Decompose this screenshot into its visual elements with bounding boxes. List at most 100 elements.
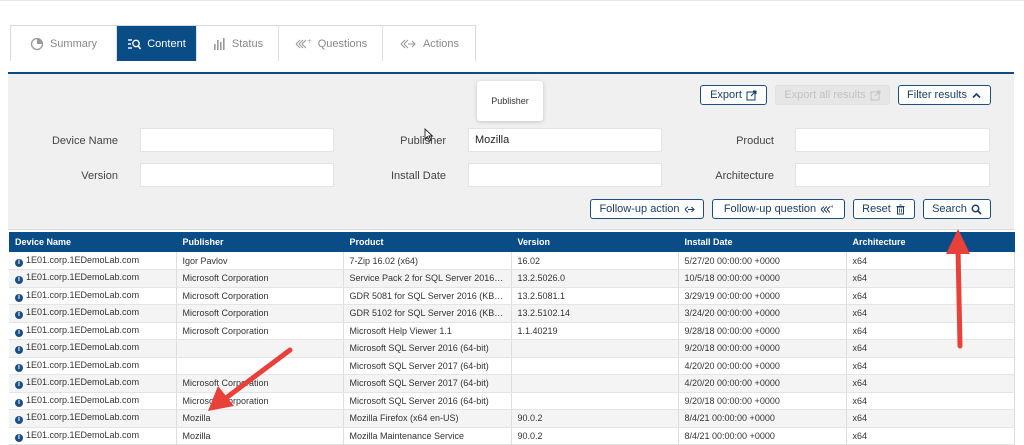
column-header-device-name[interactable]: Device Name xyxy=(9,232,177,252)
device-name-text: 1E01.corp.1EDemoLab.com xyxy=(26,289,140,300)
reset-button[interactable]: Reset xyxy=(853,199,915,219)
cell-device-name: i 1E01.corp.1EDemoLab.com xyxy=(9,357,177,375)
cell-device-name: i 1E01.corp.1EDemoLab.com xyxy=(9,287,177,305)
cell-device-name: i 1E01.corp.1EDemoLab.com xyxy=(9,269,177,288)
device-name-text: 1E01.corp.1EDemoLab.com xyxy=(26,394,140,405)
column-header-architecture[interactable]: Architecture xyxy=(846,232,1015,252)
export-label: Export xyxy=(710,89,742,101)
cell-device-name: i 1E01.corp.1EDemoLab.com xyxy=(9,427,177,445)
info-icon[interactable]: i xyxy=(15,258,23,267)
table-row[interactable]: i 1E01.corp.1EDemoLab.com Microsoft Corpo… xyxy=(9,322,1015,340)
cell-architecture: x64 xyxy=(846,304,1015,323)
info-icon[interactable]: i xyxy=(15,433,23,442)
search-button[interactable]: Search xyxy=(923,199,991,219)
cell-architecture: x64 xyxy=(846,287,1015,305)
cell-publisher: Microsoft Corporation xyxy=(176,304,344,323)
table-row[interactable]: i 1E01.corp.1EDemoLab.com Microsoft Corpo… xyxy=(9,392,1015,410)
architecture-label: Architecture xyxy=(715,170,774,182)
publisher-label: Publisher xyxy=(400,135,446,147)
cell-publisher: Microsoft Corporation xyxy=(176,374,344,393)
publisher-input[interactable] xyxy=(468,128,662,152)
tab-status[interactable]: Status xyxy=(197,26,279,61)
tab-label: Content xyxy=(147,37,186,50)
column-header-install-date[interactable]: Install Date xyxy=(678,232,847,252)
column-header-version[interactable]: Version xyxy=(511,232,679,252)
cell-version xyxy=(511,374,679,393)
cell-install-date: 8/4/21 00:00:00 +0000 xyxy=(678,427,847,445)
cell-version: 1.1.40219 xyxy=(511,322,679,340)
column-header-publisher[interactable]: Publisher xyxy=(176,232,344,252)
top-divider xyxy=(0,0,1024,1)
device-name-text: 1E01.corp.1EDemoLab.com xyxy=(26,324,140,335)
device-name-text: 1E01.corp.1EDemoLab.com xyxy=(26,359,140,370)
table-row[interactable]: i 1E01.corp.1EDemoLab.com Mozilla Mozilla… xyxy=(9,427,1015,445)
info-icon[interactable]: i xyxy=(15,416,23,425)
cell-product: Microsoft SQL Server 2017 (64-bit) xyxy=(343,357,512,375)
tab-actions[interactable]: Actions xyxy=(383,26,475,61)
export-all-results-button[interactable]: Export all results xyxy=(775,85,890,105)
table-row[interactable]: i 1E01.corp.1EDemoLab.com Microsoft Corpo… xyxy=(9,374,1015,393)
device-name-text: 1E01.corp.1EDemoLab.com xyxy=(26,429,140,440)
cell-product: Service Pack 2 for SQL Server 2016 (... xyxy=(343,269,512,288)
table-row[interactable]: i 1E01.corp.1EDemoLab.com Microsoft SQL S… xyxy=(9,357,1015,375)
cell-install-date: 9/28/18 00:00:00 +0000 xyxy=(678,322,847,340)
tab-questions[interactable]: + Questions xyxy=(279,26,383,61)
info-icon[interactable]: i xyxy=(15,381,23,390)
publisher-tooltip: Publisher xyxy=(477,81,543,121)
cell-publisher: Microsoft Corporation xyxy=(176,322,344,340)
cell-install-date: 3/29/19 00:00:00 +0000 xyxy=(678,287,847,305)
external-link-icon xyxy=(746,90,757,100)
cell-install-date: 9/20/18 00:00:00 +0000 xyxy=(678,339,847,358)
followup-action-label: Follow-up action xyxy=(599,203,680,215)
table-row[interactable]: i 1E01.corp.1EDemoLab.com Microsoft SQL S… xyxy=(9,339,1015,358)
device-name-label: Device Name xyxy=(51,135,118,147)
cell-architecture: x64 xyxy=(846,392,1015,410)
info-icon[interactable]: i xyxy=(15,346,23,355)
followup-question-button[interactable]: Follow-up question + xyxy=(712,199,845,219)
table-row[interactable]: i 1E01.corp.1EDemoLab.com Microsoft Corpo… xyxy=(9,287,1015,305)
filter-results-button[interactable]: Filter results xyxy=(898,85,991,105)
table-row[interactable]: i 1E01.corp.1EDemoLab.com Mozilla Mozilla… xyxy=(9,409,1015,428)
tab-content[interactable]: Content xyxy=(117,26,197,61)
cell-version: 16.02 xyxy=(511,252,679,270)
tab-bar: Summary Content Status + Questions Actio… xyxy=(10,25,476,61)
cell-product: Microsoft SQL Server 2016 (64-bit) xyxy=(343,392,512,410)
export-all-label: Export all results xyxy=(784,89,866,101)
cell-architecture: x64 xyxy=(846,374,1015,393)
table-row[interactable]: i 1E01.corp.1EDemoLab.com Igor Pavlov 7-Z… xyxy=(9,252,1015,270)
cell-device-name: i 1E01.corp.1EDemoLab.com xyxy=(9,304,177,323)
followup-question-label: Follow-up question xyxy=(723,203,817,215)
version-input[interactable] xyxy=(140,163,334,187)
column-header-product[interactable]: Product xyxy=(343,232,512,252)
product-input[interactable] xyxy=(795,128,990,152)
cell-product: Microsoft Help Viewer 1.1 xyxy=(343,322,512,340)
info-icon[interactable]: i xyxy=(15,293,23,302)
cell-version: 13.2.5102.14 xyxy=(511,304,679,323)
actions-icon xyxy=(400,39,416,48)
device-name-input[interactable] xyxy=(140,128,334,152)
mouse-cursor-icon xyxy=(424,128,434,142)
tab-label: Actions xyxy=(422,37,460,50)
cell-install-date: 10/5/18 00:00:00 +0000 xyxy=(678,269,847,288)
architecture-input[interactable] xyxy=(795,163,990,187)
info-icon[interactable]: i xyxy=(15,276,23,285)
version-label: Version xyxy=(81,170,118,182)
actions-icon xyxy=(684,205,695,213)
cell-device-name: i 1E01.corp.1EDemoLab.com xyxy=(9,339,177,358)
info-icon[interactable]: i xyxy=(15,398,23,407)
table-row[interactable]: i 1E01.corp.1EDemoLab.com Microsoft Corpo… xyxy=(9,304,1015,323)
cell-publisher xyxy=(176,357,344,375)
tab-summary[interactable]: Summary xyxy=(11,26,117,61)
cell-publisher xyxy=(176,339,344,358)
table-row[interactable]: i 1E01.corp.1EDemoLab.com Microsoft Corpo… xyxy=(9,269,1015,288)
export-button[interactable]: Export xyxy=(700,85,767,105)
cell-install-date: 8/4/21 00:00:00 +0000 xyxy=(678,409,847,428)
info-icon[interactable]: i xyxy=(15,363,23,372)
info-icon[interactable]: i xyxy=(15,328,23,337)
info-icon[interactable]: i xyxy=(15,311,23,320)
install-date-input[interactable] xyxy=(468,163,662,187)
cell-publisher: Mozilla xyxy=(176,409,344,428)
followup-action-button[interactable]: Follow-up action xyxy=(590,199,704,219)
svg-text:+: + xyxy=(830,204,833,210)
cell-install-date: 4/20/20 00:00:00 +0000 xyxy=(678,357,847,375)
